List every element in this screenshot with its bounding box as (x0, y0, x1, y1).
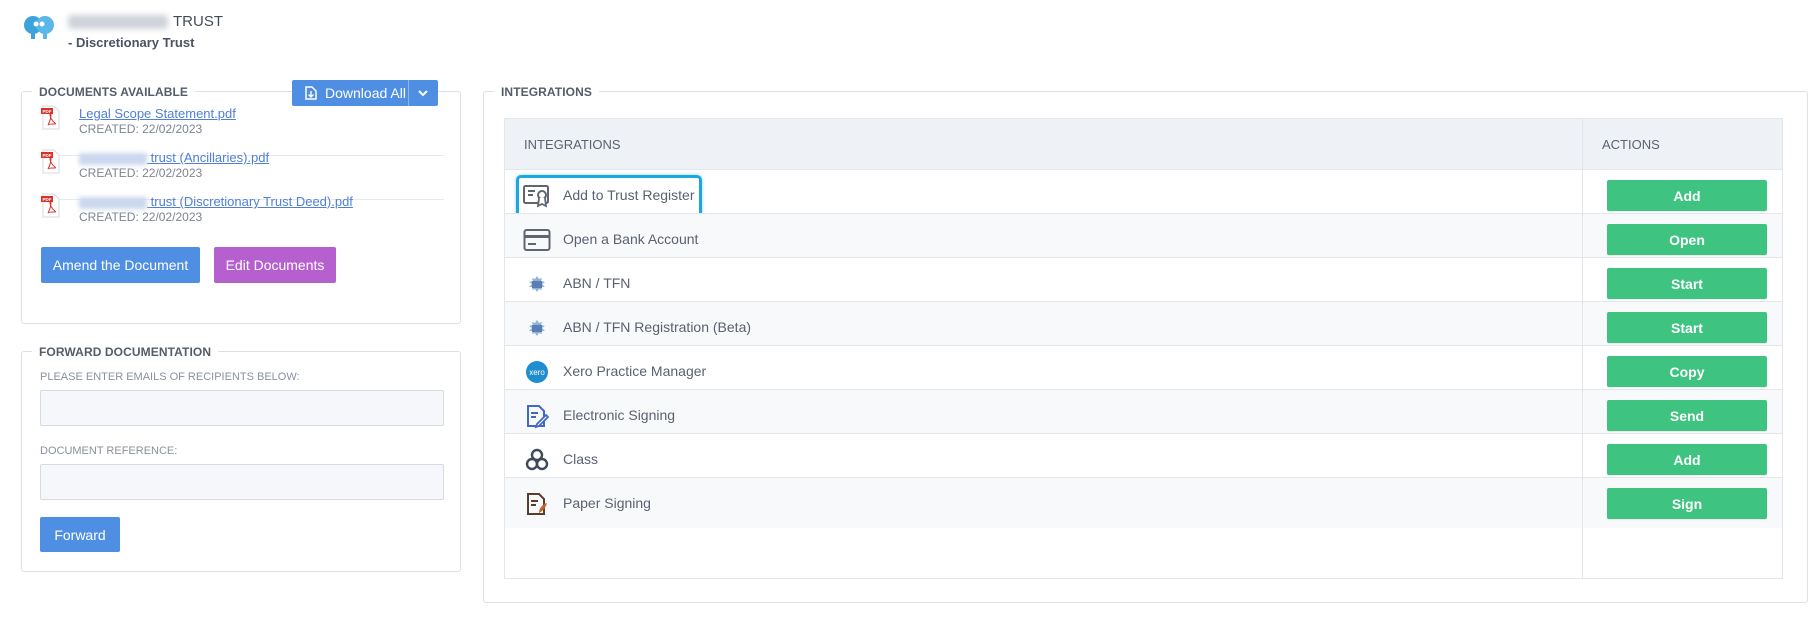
forward-panel: FORWARD DOCUMENTATION PLEASE ENTER EMAIL… (21, 345, 461, 572)
edit-documents-button[interactable]: Edit Documents (214, 247, 336, 283)
document-link[interactable]: Legal Scope Statement.pdf (79, 106, 236, 121)
emails-input[interactable] (40, 390, 444, 426)
e-sign-icon (522, 401, 551, 430)
xero-icon: xero (522, 357, 551, 386)
xero-copy-button[interactable]: Copy (1607, 356, 1767, 387)
abn-tfn-registration-start-button[interactable]: Start (1607, 312, 1767, 343)
coat-of-arms-icon (522, 269, 551, 298)
page-title: TRUST (68, 14, 223, 29)
page-header: TRUST - Discretionary Trust (22, 14, 223, 49)
document-link-label: trust (Ancillaries).pdf (150, 150, 270, 165)
emails-label: PLEASE ENTER EMAILS OF RECIPIENTS BELOW: (40, 371, 300, 383)
amend-document-button[interactable]: Amend the Document (41, 247, 200, 283)
redacted-name (79, 196, 147, 209)
forward-button[interactable]: Forward (40, 517, 120, 552)
pdf-icon: PDF (41, 149, 60, 174)
download-all-label: Download All (325, 85, 406, 101)
document-link[interactable]: trust (Ancillaries).pdf (79, 150, 269, 165)
integrations-panel: INTEGRATIONS INTEGRATIONS ACTIONS Add to… (483, 85, 1808, 603)
redacted-name (68, 14, 168, 29)
integration-label: Open a Bank Account (563, 231, 699, 247)
integrations-table: INTEGRATIONS ACTIONS Add to Trust Regist… (504, 118, 1783, 579)
open-bank-account-button[interactable]: Open (1607, 224, 1767, 255)
certificate-icon (522, 181, 551, 210)
integration-label: Class (563, 451, 599, 467)
reference-input[interactable] (40, 464, 444, 500)
documents-legend: DOCUMENTS AVAILABLE (32, 85, 196, 99)
coat-of-arms-icon (522, 313, 551, 342)
column-header-integrations: INTEGRATIONS (524, 137, 621, 152)
paper-signing-sign-button[interactable]: Sign (1607, 488, 1767, 519)
document-created: CREATED: 22/02/2023 (79, 166, 203, 180)
redacted-name (79, 152, 147, 165)
document-created: CREATED: 22/02/2023 (79, 210, 203, 224)
bank-card-icon (522, 225, 551, 254)
integration-label: Paper Signing (563, 495, 651, 511)
integration-label: ABN / TFN Registration (Beta) (563, 319, 752, 335)
page-subtitle: - Discretionary Trust (68, 35, 195, 50)
logo-icon (24, 16, 54, 39)
column-header-actions: ACTIONS (1602, 137, 1660, 152)
integration-label: Electronic Signing (563, 407, 676, 423)
electronic-signing-send-button[interactable]: Send (1607, 400, 1767, 431)
document-item: PDF trust (Discretionary Trust Deed).pdf… (41, 193, 444, 244)
file-download-icon (305, 86, 317, 100)
class-icon (522, 445, 551, 474)
documents-panel: DOCUMENTS AVAILABLE Download All PDF Leg… (21, 80, 461, 324)
document-link-label: trust (Discretionary Trust Deed).pdf (150, 194, 353, 209)
integrations-legend: INTEGRATIONS (494, 85, 599, 99)
paper-sign-icon (522, 489, 551, 518)
integration-label: ABN / TFN (563, 275, 631, 291)
table-row: Paper Signing Sign (505, 477, 1782, 528)
download-all-button[interactable]: Download All (292, 80, 438, 106)
pdf-icon: PDF (41, 193, 60, 218)
document-created: CREATED: 22/02/2023 (79, 122, 203, 136)
svg-text:xero: xero (529, 368, 545, 377)
pdf-icon: PDF (41, 105, 60, 130)
chevron-down-icon[interactable] (416, 87, 430, 99)
column-divider (1582, 119, 1583, 578)
forward-legend: FORWARD DOCUMENTATION (32, 345, 219, 359)
reference-label: DOCUMENT REFERENCE: (40, 445, 178, 457)
table-header: INTEGRATIONS ACTIONS (505, 119, 1782, 169)
class-add-button[interactable]: Add (1607, 444, 1767, 475)
integration-label: Xero Practice Manager (563, 363, 707, 379)
page-title-suffix: TRUST (173, 13, 223, 30)
integration-label: Add to Trust Register (563, 187, 695, 203)
document-link[interactable]: trust (Discretionary Trust Deed).pdf (79, 194, 353, 209)
abn-tfn-start-button[interactable]: Start (1607, 268, 1767, 299)
add-trust-register-button[interactable]: Add (1607, 180, 1767, 211)
